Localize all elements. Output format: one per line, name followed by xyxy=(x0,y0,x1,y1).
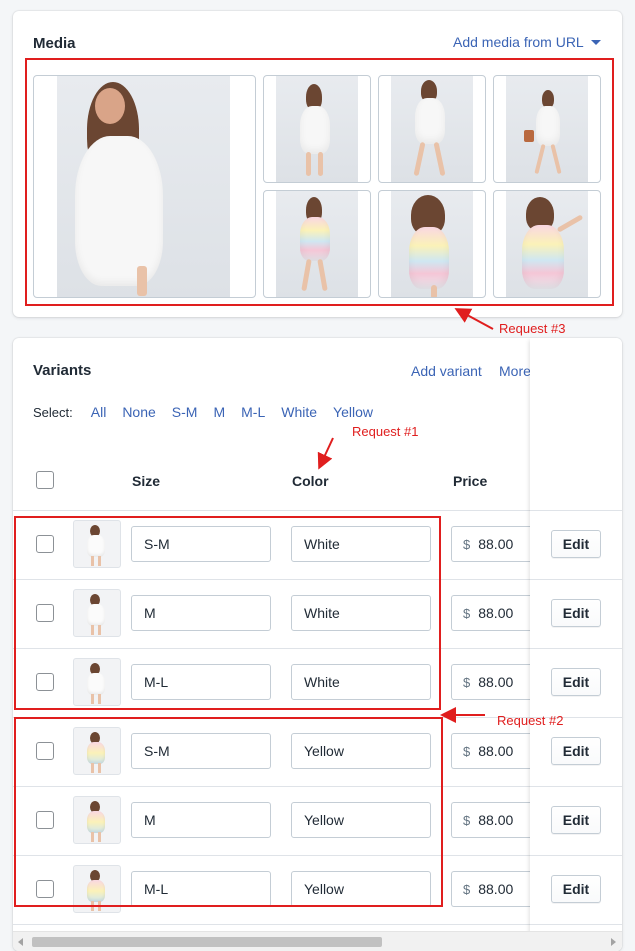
request1-label: Request #1 xyxy=(352,424,419,439)
request3-arrow xyxy=(317,308,494,723)
request2-label: Request #2 xyxy=(497,713,564,728)
